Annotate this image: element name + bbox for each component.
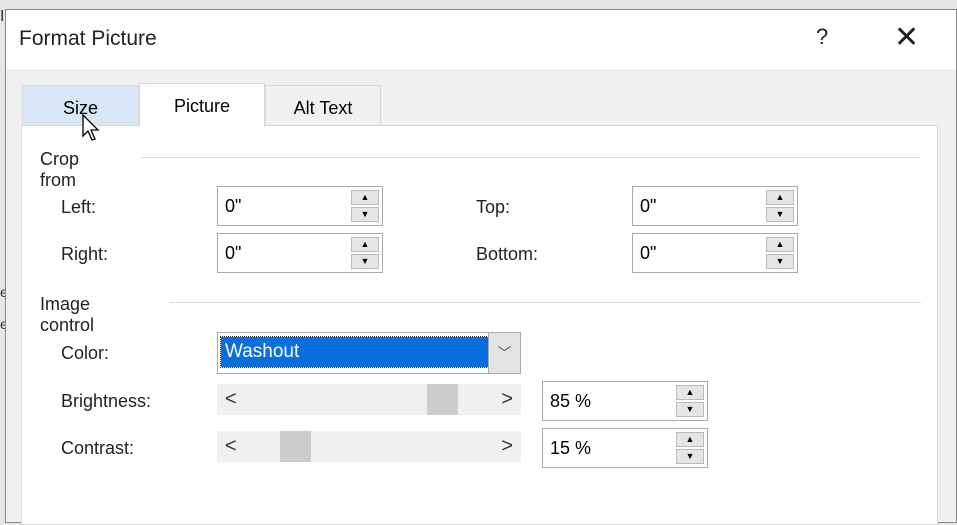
up-arrow-icon[interactable]: ▲ xyxy=(676,385,704,400)
color-dropdown[interactable]: Washout ﹀ xyxy=(217,332,521,374)
crop-right-spinner[interactable]: 0" ▲ ▼ xyxy=(217,233,383,273)
picture-tab-panel xyxy=(21,125,938,525)
crop-right-value: 0" xyxy=(225,243,242,263)
title-bar: Format Picture ? ✕ xyxy=(6,10,956,69)
down-arrow-icon[interactable]: ▼ xyxy=(766,254,794,269)
tab-picture[interactable]: Picture xyxy=(139,83,265,127)
contrast-slider-thumb[interactable] xyxy=(280,431,312,462)
crop-from-heading: Crop from xyxy=(40,149,80,190)
brightness-label: Brightness: xyxy=(61,391,152,411)
mouse-cursor-icon xyxy=(82,114,100,141)
tab-size[interactable]: Size xyxy=(22,85,139,127)
crop-bottom-value: 0" xyxy=(640,243,657,263)
background-text: I xyxy=(0,8,5,25)
crop-bottom-label: Bottom: xyxy=(476,244,539,264)
up-arrow-icon[interactable]: ▲ xyxy=(766,237,794,252)
color-label: Color: xyxy=(61,343,110,363)
crop-left-spinner[interactable]: 0" ▲ ▼ xyxy=(217,186,383,226)
divider xyxy=(141,157,921,158)
down-arrow-icon[interactable]: ▼ xyxy=(676,402,704,417)
crop-right-label: Right: xyxy=(61,244,109,264)
down-arrow-icon[interactable]: ▼ xyxy=(766,207,794,222)
crop-bottom-spinner[interactable]: 0" ▲ ▼ xyxy=(632,233,798,273)
crop-top-value: 0" xyxy=(640,196,657,216)
contrast-label: Contrast: xyxy=(61,438,135,458)
up-arrow-icon[interactable]: ▲ xyxy=(676,432,704,447)
crop-left-label: Left: xyxy=(61,197,97,217)
contrast-spinner[interactable]: 15 % ▲ ▼ xyxy=(542,428,708,468)
chevron-left-icon[interactable]: < xyxy=(225,435,237,458)
brightness-value: 85 % xyxy=(550,391,592,411)
brightness-spinner[interactable]: 85 % ▲ ▼ xyxy=(542,381,708,421)
divider xyxy=(170,302,921,303)
image-control-heading: Image control xyxy=(40,294,95,335)
color-selected-value: Washout xyxy=(220,336,489,368)
dialog-title: Format Picture xyxy=(19,27,157,50)
crop-left-value: 0" xyxy=(225,196,242,216)
contrast-slider[interactable]: < > xyxy=(217,431,521,462)
down-arrow-icon[interactable]: ▼ xyxy=(351,254,379,269)
up-arrow-icon[interactable]: ▲ xyxy=(351,190,379,205)
crop-top-spinner[interactable]: 0" ▲ ▼ xyxy=(632,186,798,226)
brightness-slider[interactable]: < > xyxy=(217,384,521,415)
down-arrow-icon[interactable]: ▼ xyxy=(676,449,704,464)
down-arrow-icon[interactable]: ▼ xyxy=(351,207,379,222)
chevron-right-icon[interactable]: > xyxy=(501,388,513,411)
crop-top-label: Top: xyxy=(476,197,511,217)
up-arrow-icon[interactable]: ▲ xyxy=(766,190,794,205)
contrast-value: 15 % xyxy=(550,438,592,458)
brightness-slider-thumb[interactable] xyxy=(426,384,458,415)
close-button[interactable]: ✕ xyxy=(894,20,919,55)
help-button[interactable]: ? xyxy=(816,24,828,50)
chevron-down-icon[interactable]: ﹀ xyxy=(488,333,520,373)
chevron-right-icon[interactable]: > xyxy=(501,435,513,458)
tab-alt-text[interactable]: Alt Text xyxy=(265,85,381,127)
up-arrow-icon[interactable]: ▲ xyxy=(351,237,379,252)
chevron-left-icon[interactable]: < xyxy=(225,388,237,411)
